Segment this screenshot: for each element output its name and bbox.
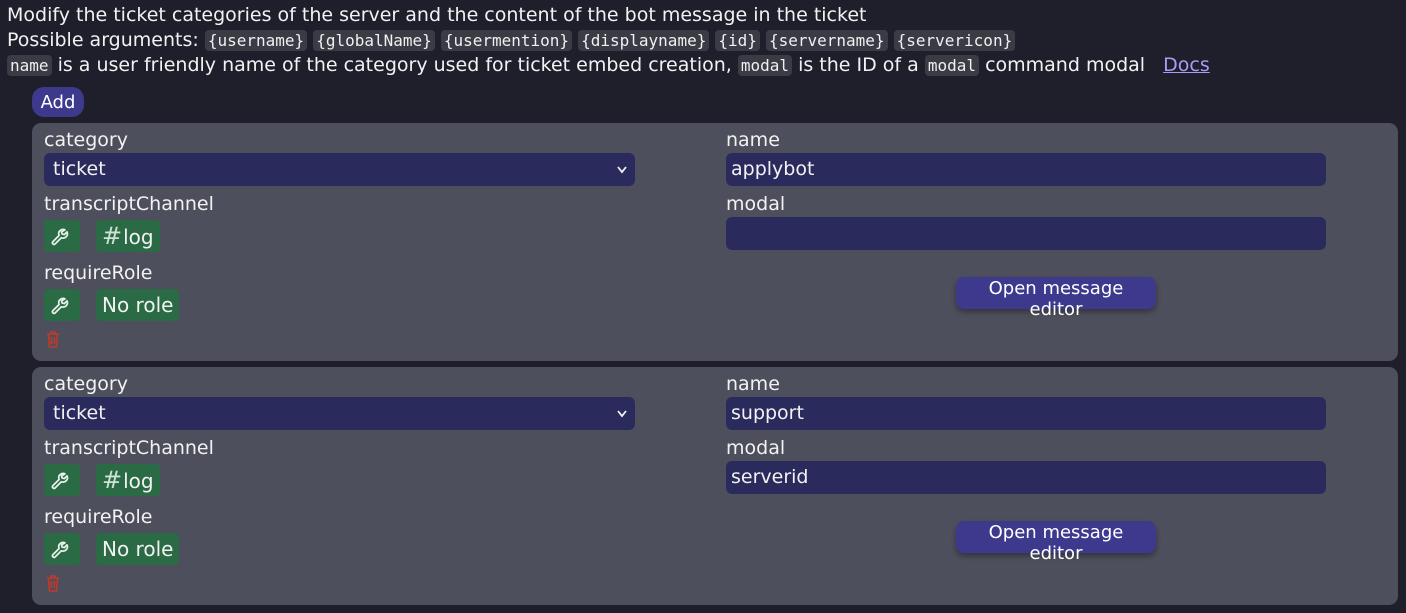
modal-code: modal — [737, 55, 793, 76]
transcript-channel-label: transcriptChannel — [44, 193, 214, 215]
intro-line-2: Possible arguments: {username} {globalNa… — [7, 28, 1210, 53]
intro-text-part: command modal — [985, 54, 1146, 76]
name-input[interactable] — [726, 153, 1326, 186]
category-select[interactable]: ticket — [44, 397, 635, 430]
require-role-chip: No role — [96, 533, 180, 565]
category-label: category — [44, 373, 128, 395]
argument-code: {globalName} — [313, 30, 435, 51]
intro-text: Modify the ticket categories of the serv… — [7, 3, 1210, 78]
modal-label: modal — [726, 437, 786, 459]
arguments-label: Possible arguments: — [7, 29, 199, 51]
intro-text-part: is a user friendly name of the category … — [57, 54, 732, 76]
chevron-down-icon — [617, 153, 627, 199]
argument-code: {id} — [715, 30, 760, 51]
trash-icon[interactable] — [44, 329, 64, 351]
require-role-label: requireRole — [44, 262, 153, 284]
category-select[interactable]: ticket — [44, 153, 635, 186]
intro-line-1: Modify the ticket categories of the serv… — [7, 4, 867, 26]
wrench-icon[interactable] — [44, 533, 80, 565]
category-select-value: ticket — [53, 158, 106, 180]
name-label: name — [726, 373, 780, 395]
modal-input[interactable] — [726, 217, 1326, 250]
wrench-icon[interactable] — [44, 289, 80, 321]
require-role-chip: No role — [96, 289, 180, 321]
category-select-value: ticket — [53, 402, 106, 424]
require-role-label: requireRole — [44, 506, 153, 528]
open-message-editor-button[interactable]: Open message editor — [956, 521, 1156, 564]
modal-code: modal — [924, 55, 980, 76]
hash-icon: # — [102, 466, 123, 494]
modal-input[interactable] — [726, 461, 1326, 494]
modal-label: modal — [726, 193, 786, 215]
transcript-channel-name: log — [123, 225, 154, 249]
argument-code: {displayname} — [578, 30, 710, 51]
name-label: name — [726, 129, 780, 151]
argument-code: {username} — [204, 30, 308, 51]
category-card: category ticket name transcriptChannel #… — [32, 367, 1398, 605]
docs-link[interactable]: Docs — [1163, 54, 1210, 76]
hash-icon: # — [102, 222, 123, 250]
name-input[interactable] — [726, 397, 1326, 430]
intro-line-3: name is a user friendly name of the cate… — [7, 53, 1210, 78]
transcript-channel-chip: #log — [96, 464, 160, 496]
chevron-down-icon — [617, 397, 627, 443]
trash-icon[interactable] — [44, 573, 64, 595]
argument-code: {usermention} — [440, 30, 573, 51]
category-label: category — [44, 129, 128, 151]
name-code: name — [7, 55, 52, 76]
argument-code: {servername} — [765, 30, 888, 51]
wrench-icon[interactable] — [44, 464, 80, 496]
category-card: category ticket name transcriptChannel #… — [32, 123, 1398, 361]
transcript-channel-name: log — [123, 469, 154, 493]
transcript-channel-label: transcriptChannel — [44, 437, 214, 459]
intro-text-part: is the ID of a — [798, 54, 919, 76]
argument-code: {servericon} — [893, 30, 1016, 51]
transcript-channel-chip: #log — [96, 220, 160, 252]
wrench-icon[interactable] — [44, 220, 80, 252]
add-category-button[interactable]: Add — [32, 87, 84, 117]
open-message-editor-button[interactable]: Open message editor — [956, 277, 1156, 320]
